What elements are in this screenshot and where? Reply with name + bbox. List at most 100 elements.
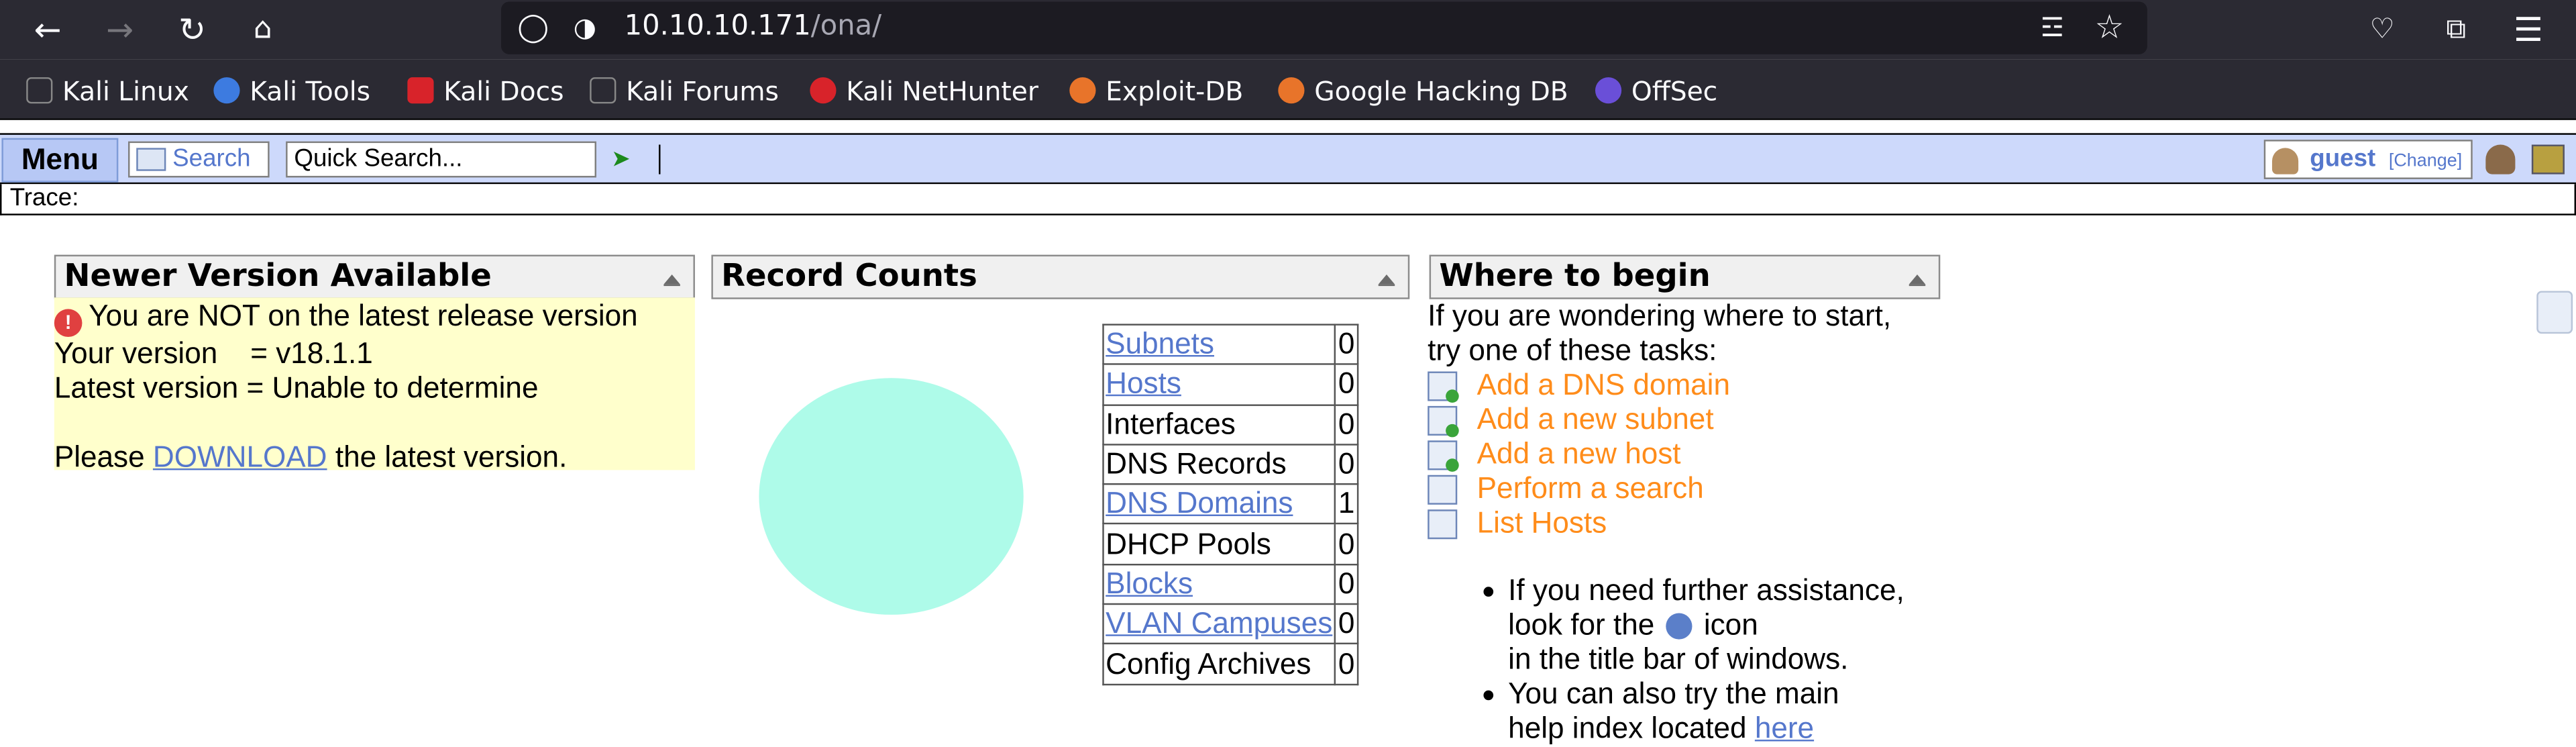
record-row: Config Archives 0 [1102,643,1359,685]
record-label[interactable]: Hosts [1102,363,1336,405]
pocket-icon[interactable]: ♡ [2363,10,2402,50]
record-row: Subnets 0 [1102,323,1359,366]
add-page-icon [1428,370,1459,402]
bookmark-offsec[interactable]: OffSec [1595,72,1717,109]
record-row: Interfaces 0 [1102,403,1359,446]
user-box[interactable]: guest [Change] [2263,140,2473,179]
url-text: 10.10.10.171/ona/ [624,9,882,43]
record-row: VLAN Campuses 0 [1102,603,1359,645]
record-count: 0 [1334,643,1359,685]
calculator-icon[interactable] [2536,291,2573,334]
lock-warning-icon[interactable]: ◑ [574,11,596,43]
trace-bar: Trace: [0,184,2576,215]
task-perform-search[interactable]: Perform a search [1428,472,1704,506]
version-info: ! You are NOT on the latest release versi… [54,299,695,475]
record-label: Config Archives [1102,643,1336,685]
quick-search-input[interactable]: Quick Search... [286,141,596,178]
record-count: 0 [1334,563,1359,605]
extensions-icon[interactable]: ⧉ [2436,10,2476,50]
bookmark-kali-forums[interactable]: Kali Forums [590,72,779,109]
record-row: DNS Domains 1 [1102,483,1359,526]
shield-icon[interactable]: ◯ [517,11,549,44]
record-count: 0 [1334,523,1359,565]
record-pie-chart [759,378,1024,615]
translate-icon[interactable]: ☲ [2041,11,2064,43]
record-row: DHCP Pools 0 [1102,523,1359,565]
records-panel-title[interactable]: Record Counts [711,254,1410,299]
help-item-2: You can also try the main help index loc… [1483,677,1904,746]
begin-intro: If you are wondering where to start, try… [1428,299,1891,368]
exploit-db-icon [1069,77,1096,104]
task-add-dns-domain[interactable]: Add a DNS domain [1428,368,1730,403]
bookmarks-bar: Kali Linux Kali Tools Kali Docs Kali For… [0,59,2576,120]
task-add-subnet[interactable]: Add a new subnet [1428,403,1714,437]
record-counts-table: Subnets 0 Hosts 0 Interfaces 0 DNS Records 0 DNS… [1102,323,1359,685]
record-label[interactable]: Subnets [1102,323,1336,366]
table-icon [1428,508,1458,539]
your-version: Your version = v18.1.1 [54,337,373,370]
record-count: 1 [1334,483,1359,526]
forward-icon[interactable]: → [100,10,140,50]
ghdb-icon [1278,77,1305,104]
bookmark-google-hacking-db[interactable]: Google Hacking DB [1278,72,1568,109]
search-button[interactable]: Search [128,141,270,178]
bookmark-kali-docs[interactable]: Kali Docs [407,72,564,109]
add-page-icon [1428,405,1459,437]
menu-icon[interactable]: ☰ [2509,10,2548,50]
admin-user-icon[interactable] [2485,144,2516,175]
record-label[interactable]: DNS Domains [1102,483,1336,526]
record-count: 0 [1334,443,1359,485]
go-arrow-icon[interactable]: ➤ [611,148,634,170]
version-panel-title[interactable]: Newer Version Available [54,254,695,299]
add-page-icon [1428,440,1459,471]
help-index-link[interactable]: here [1755,711,1814,744]
browser-toolbar: ← → ↻ ⌂ ◯ ◑ ☲ ☆ 10.10.10.171/ona/ ♡ ⧉ ☰ [0,0,2576,60]
bookmark-exploit-db[interactable]: Exploit-DB [1069,72,1243,109]
record-row: Hosts 0 [1102,363,1359,405]
offsec-icon [1595,77,1622,104]
user-icon [2271,148,2299,175]
nethunter-icon [810,77,837,104]
download-line: Please DOWNLOAD the latest version. [54,440,568,474]
help-icon [1666,613,1693,640]
logout-icon[interactable] [2531,144,2565,175]
record-count: 0 [1334,323,1359,366]
latest-version: Latest version = Unable to determine [54,371,539,405]
reload-icon[interactable]: ↻ [172,10,212,50]
task-list-hosts[interactable]: List Hosts [1428,506,1607,540]
kali-tools-icon [213,77,240,104]
record-label: Interfaces [1102,403,1336,446]
warning-icon: ! [54,309,83,338]
collapse-icon[interactable] [1378,274,1395,287]
user-name[interactable]: guest [2310,145,2375,173]
record-label: DHCP Pools [1102,523,1336,565]
task-add-host[interactable]: Add a new host [1428,437,1681,471]
kali-forums-icon [590,77,616,104]
bookmark-kali-tools[interactable]: Kali Tools [213,72,370,109]
bookmark-kali-linux[interactable]: Kali Linux [26,72,189,109]
bookmark-kali-nethunter[interactable]: Kali NetHunter [810,72,1038,109]
menu-button[interactable]: Menu [1,138,119,183]
collapse-icon[interactable] [663,274,680,287]
change-user-link[interactable]: [Change] [2389,151,2462,170]
collapse-icon[interactable] [1909,274,1926,287]
record-count: 0 [1334,603,1359,645]
version-title-text: Newer Version Available [64,258,492,295]
kali-dragon-icon [26,77,53,104]
records-title-text: Record Counts [721,258,977,295]
bookmark-star-icon[interactable]: ☆ [2094,7,2124,46]
ona-toolbar: Menu Search Quick Search... ➤ guest [Cha… [0,133,2576,185]
record-label[interactable]: Blocks [1102,563,1336,605]
back-icon[interactable]: ← [28,10,68,50]
home-icon[interactable]: ⌂ [243,10,282,50]
help-list: If you need further assistance, look for… [1483,574,1904,746]
record-count: 0 [1334,403,1359,446]
intro-line-2: try one of these tasks: [1428,334,1717,367]
record-label[interactable]: VLAN Campuses [1102,603,1336,645]
download-link[interactable]: DOWNLOAD [153,440,327,473]
begin-panel-title[interactable]: Where to begin [1429,254,1941,299]
record-row: DNS Records 0 [1102,443,1359,485]
record-count: 0 [1334,363,1359,405]
kali-docs-icon [407,77,434,104]
intro-line-1: If you are wondering where to start, [1428,299,1892,332]
